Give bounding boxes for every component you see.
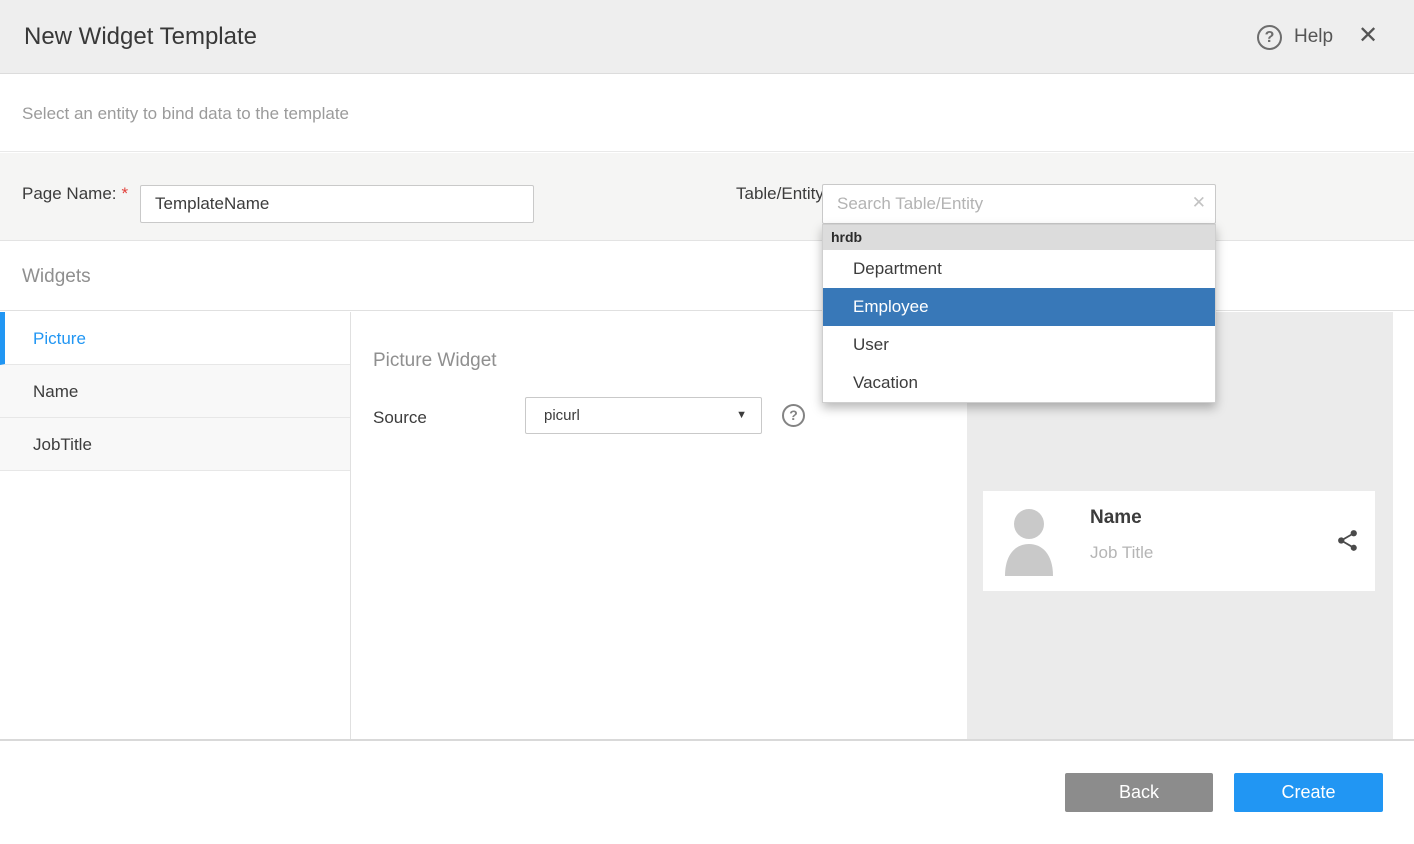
widget-detail-title: Picture Widget [373, 350, 497, 372]
sidebar-item-jobtitle[interactable]: JobTitle [0, 418, 350, 471]
preview-jobtitle-text: Job Title [1090, 543, 1153, 563]
dropdown-item-employee[interactable]: Employee [823, 288, 1215, 326]
required-marker: * [122, 184, 129, 203]
content-bottom-divider [0, 739, 1414, 741]
entity-dropdown: hrdb Department Employee User Vacation [822, 224, 1216, 403]
subtitle-row: Select an entity to bind data to the tem… [0, 75, 1414, 152]
dropdown-group-header: hrdb [823, 225, 1215, 250]
subtitle-text: Select an entity to bind data to the tem… [22, 75, 349, 152]
close-icon[interactable]: ✕ [1358, 0, 1378, 74]
dropdown-item-user[interactable]: User [823, 326, 1215, 364]
table-entity-label-text: Table/Entity [736, 184, 824, 203]
table-entity-label: Table/Entity* [736, 184, 836, 204]
table-entity-search-input[interactable] [822, 184, 1216, 224]
widgets-section-title: Widgets [22, 242, 91, 311]
help-icon[interactable]: ? [1257, 25, 1282, 50]
chevron-down-icon: ▼ [736, 398, 747, 433]
source-select-value: picurl [544, 398, 580, 433]
source-select[interactable]: picurl ▼ [525, 397, 762, 434]
share-icon[interactable] [1335, 528, 1360, 553]
dialog-header: New Widget Template ? Help ✕ [0, 0, 1414, 74]
page-name-label: Page Name: * [22, 184, 128, 204]
avatar-placeholder-icon [1003, 504, 1055, 576]
new-widget-template-dialog: New Widget Template ? Help ✕ Select an e… [0, 0, 1414, 844]
sidebar-item-picture[interactable]: Picture [0, 312, 350, 365]
create-button[interactable]: Create [1234, 773, 1383, 812]
table-entity-search: ✕ [822, 184, 1216, 224]
clear-search-icon[interactable]: ✕ [1192, 184, 1206, 224]
dropdown-item-vacation[interactable]: Vacation [823, 364, 1215, 402]
page-name-label-text: Page Name: [22, 184, 117, 203]
preview-name-text: Name [1090, 507, 1142, 529]
sidebar-item-name[interactable]: Name [0, 365, 350, 418]
page-title: New Widget Template [24, 0, 257, 74]
dropdown-item-department[interactable]: Department [823, 250, 1215, 288]
source-help-icon[interactable]: ? [782, 404, 805, 427]
preview-card: Name Job Title [983, 491, 1375, 591]
page-name-input[interactable] [140, 185, 534, 223]
widget-list-sidebar: Picture Name JobTitle [0, 312, 351, 740]
source-label: Source [373, 408, 427, 428]
back-button[interactable]: Back [1065, 773, 1213, 812]
help-button[interactable]: Help [1294, 0, 1333, 74]
